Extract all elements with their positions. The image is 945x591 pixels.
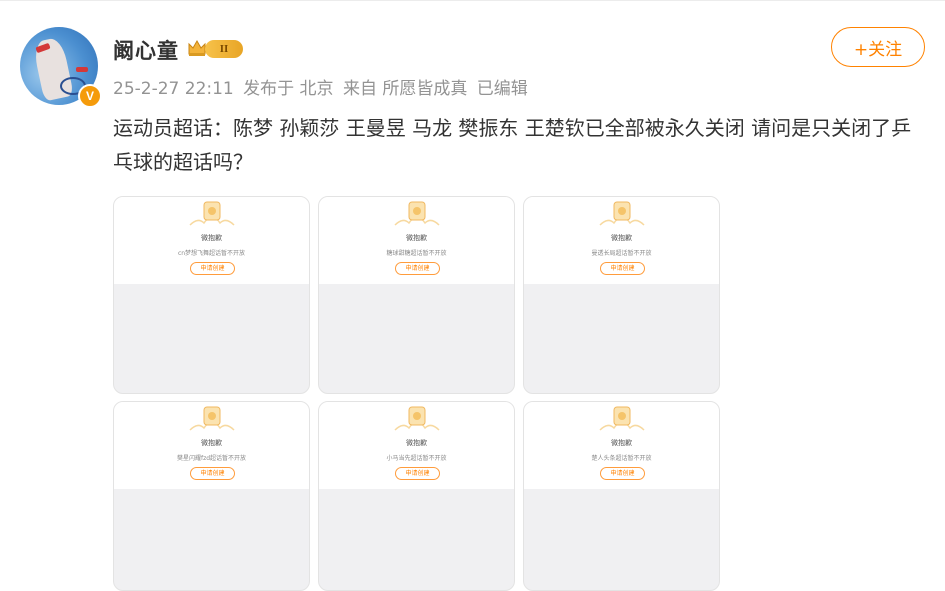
card-title: 微抱歉: [406, 439, 427, 447]
card-note: 曼透长局超话暂不开放: [591, 250, 652, 257]
card-note: 小马当先超话暂不开放: [386, 455, 447, 462]
apply-create-button[interactable]: 申请创建: [600, 262, 645, 275]
level-badge: II: [205, 40, 243, 58]
follow-button[interactable]: +关注: [831, 27, 925, 67]
sad-face-illustration-icon: [189, 201, 235, 226]
image-card[interactable]: 微抱歉 楚人头条超话暂不开放 申请创建: [523, 401, 720, 591]
post-edited[interactable]: 已编辑: [477, 79, 528, 99]
image-card[interactable]: 微抱歉 糖球甜糖超话暂不开放 申请创建: [318, 196, 515, 394]
card-note: 糖球甜糖超话暂不开放: [386, 250, 447, 257]
sad-face-illustration-icon: [599, 201, 645, 226]
sad-face-illustration-icon: [394, 406, 440, 431]
apply-create-button[interactable]: 申请创建: [600, 467, 645, 480]
image-card[interactable]: 微抱歉 小马当先超话暂不开放 申请创建: [318, 401, 515, 591]
card-note: 楚人头条超话暂不开放: [591, 455, 652, 462]
apply-create-button[interactable]: 申请创建: [190, 467, 235, 480]
avatar-wristband-2: [76, 67, 88, 72]
crown-icon: [188, 39, 206, 56]
post-content: 运动员超话：陈梦 孙颖莎 王曼昱 马龙 樊振东 王楚钦已全部被永久关闭 请问是只…: [113, 116, 912, 174]
post-source: 来自 所愿皆成真: [342, 79, 468, 99]
card-note: 樊星闪耀fzd超话暂不开放: [176, 455, 247, 462]
post-time[interactable]: 25-2-27 22:11: [113, 79, 234, 99]
card-note: cn梦想飞舞超话暂不开放: [177, 250, 246, 257]
card-title: 微抱歉: [611, 439, 632, 447]
top-divider: [0, 0, 945, 1]
username[interactable]: 阚心童: [113, 35, 179, 65]
image-card[interactable]: 微抱歉 曼透长局超话暂不开放 申请创建: [523, 196, 720, 394]
card-title: 微抱歉: [201, 234, 222, 242]
apply-create-button[interactable]: 申请创建: [395, 262, 440, 275]
post-location: 发布于 北京: [243, 79, 334, 99]
post-meta: 25-2-27 22:11 发布于 北京 来自 所愿皆成真 已编辑: [113, 74, 532, 99]
sad-face-illustration-icon: [189, 406, 235, 431]
apply-create-button[interactable]: 申请创建: [190, 262, 235, 275]
sad-face-illustration-icon: [394, 201, 440, 226]
card-title: 微抱歉: [201, 439, 222, 447]
apply-create-button[interactable]: 申请创建: [395, 467, 440, 480]
image-card[interactable]: 微抱歉 樊星闪耀fzd超话暂不开放 申请创建: [113, 401, 310, 591]
card-title: 微抱歉: [611, 234, 632, 242]
image-card[interactable]: 微抱歉 cn梦想飞舞超话暂不开放 申请创建: [113, 196, 310, 394]
verified-badge-icon: V: [78, 84, 102, 108]
card-title: 微抱歉: [406, 234, 427, 242]
follow-label: +关注: [853, 39, 903, 60]
sad-face-illustration-icon: [599, 406, 645, 431]
